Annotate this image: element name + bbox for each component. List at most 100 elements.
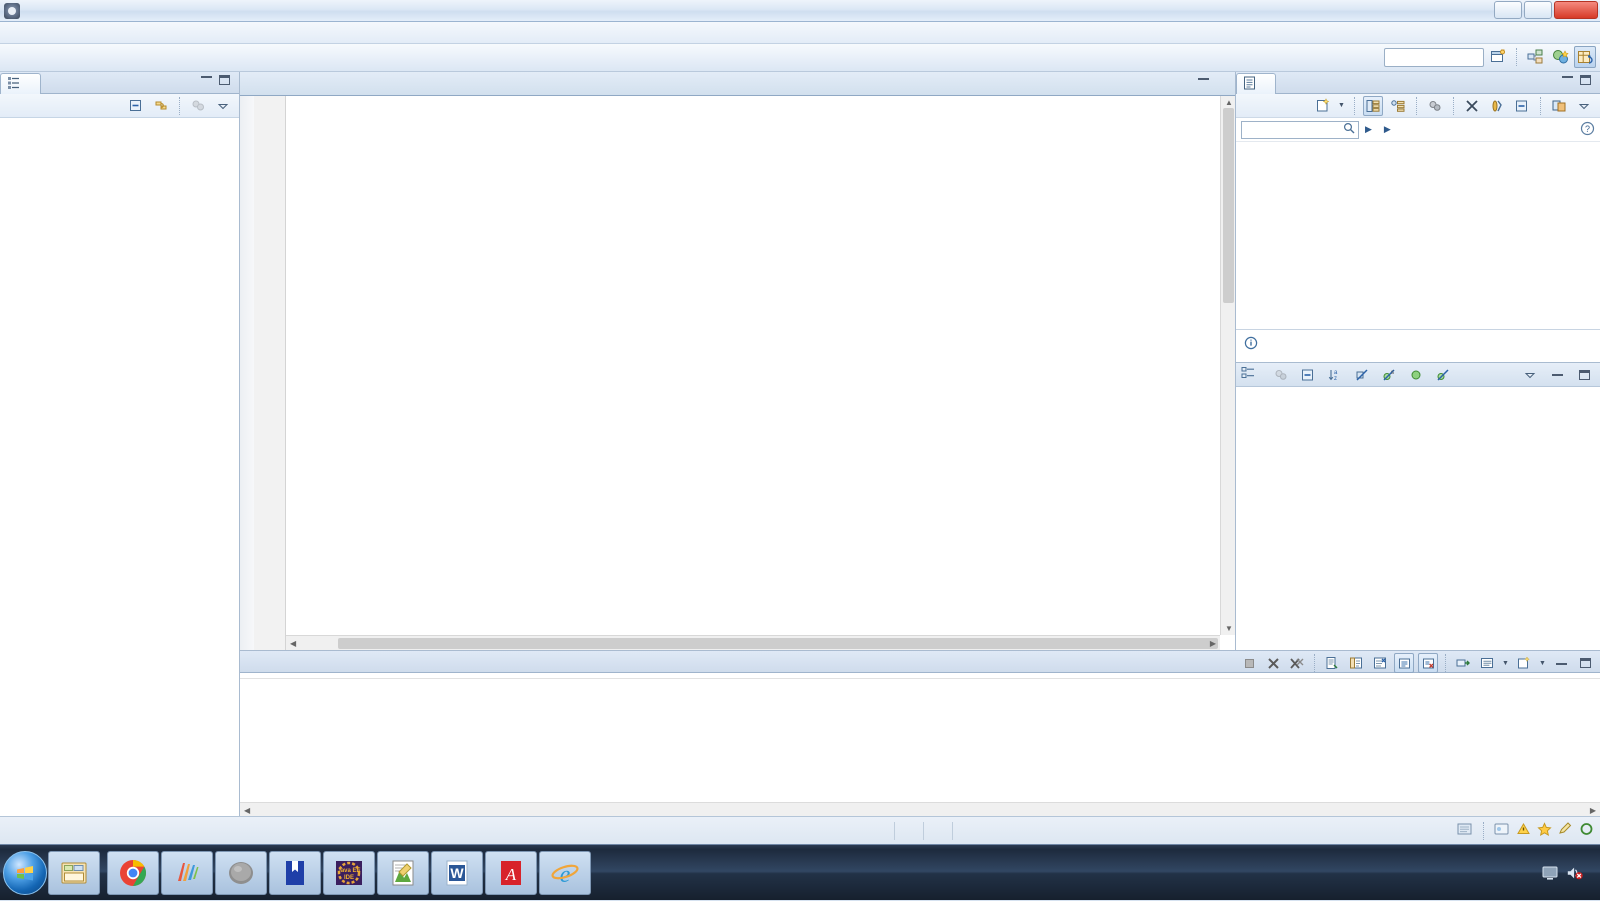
show-desktop-icon[interactable] (1542, 864, 1560, 882)
maximize-icon[interactable] (1580, 75, 1594, 89)
adobe-reader-icon[interactable]: A (485, 850, 537, 895)
maximize-icon[interactable] (1574, 365, 1594, 385)
maximize-icon[interactable] (1575, 653, 1595, 673)
volume-muted-icon[interactable] (1566, 864, 1584, 882)
svg-text:W: W (450, 865, 464, 881)
link-with-editor-icon[interactable] (151, 96, 171, 116)
chevron-right-icon[interactable]: ▶ (1384, 124, 1391, 135)
maximize-button[interactable] (1524, 1, 1552, 19)
clear-console-icon[interactable] (1418, 653, 1438, 673)
hide-non-public-icon[interactable] (1406, 365, 1426, 385)
minimize-button[interactable] (1494, 1, 1522, 19)
maximize-icon[interactable] (219, 75, 233, 89)
source-code[interactable] (286, 96, 1235, 650)
scroll-up-icon[interactable]: ▲ (1225, 98, 1233, 107)
scrollbar-thumb[interactable] (338, 638, 1218, 649)
colorful-app-icon[interactable] (161, 850, 213, 895)
chevron-right-icon[interactable]: ▶ (1365, 124, 1372, 135)
display-selected-console-icon[interactable] (1453, 653, 1473, 673)
focus-on-active-task-icon[interactable] (188, 96, 208, 116)
java-ee-perspective-icon[interactable] (1524, 46, 1546, 68)
link-with-editor-icon[interactable] (1487, 96, 1507, 116)
scroll-left-icon[interactable]: ◀ (244, 806, 250, 815)
eclipse-window: ▲ ▼ ◀ ▶ ▼ ▶ ▶ ? a z s ▼ ▼ ◀ ▶ Java EE ID… (0, 0, 1600, 900)
search-icon[interactable] (1343, 122, 1355, 137)
notepad-editor-icon[interactable] (377, 850, 429, 895)
hide-static-icon[interactable]: s (1379, 365, 1399, 385)
open-console-menu-icon[interactable] (1477, 653, 1497, 673)
java-perspective-icon[interactable] (1574, 46, 1596, 68)
word-wrap-icon[interactable] (1346, 653, 1366, 673)
editor-horizontal-scrollbar[interactable]: ◀ ▶ (286, 635, 1220, 650)
minimize-icon[interactable] (1198, 77, 1209, 80)
remove-launch-icon[interactable] (1263, 653, 1283, 673)
categorized-presentation-icon[interactable] (1363, 95, 1383, 116)
eclipse-javaee-ide-icon[interactable]: Java EE IDE (323, 850, 375, 895)
dropdown-icon[interactable]: ▼ (1500, 653, 1511, 673)
hide-local-types-icon[interactable] (1433, 365, 1453, 385)
collapse-all-icon[interactable] (126, 96, 146, 116)
remove-all-terminated-icon[interactable] (1287, 653, 1307, 673)
console-horizontal-scrollbar[interactable]: ◀ ▶ (240, 802, 1600, 816)
outline-view: az s (1235, 362, 1600, 650)
collapse-all-icon[interactable] (1512, 96, 1532, 116)
delete-icon[interactable] (1462, 96, 1482, 116)
open-perspective-icon[interactable] (1487, 46, 1509, 68)
view-menu-icon[interactable] (1520, 365, 1540, 385)
toolbar-separator (1354, 96, 1355, 115)
internet-explorer-icon[interactable]: e (539, 850, 591, 895)
task-list-body[interactable] (1236, 142, 1600, 329)
pin-console-icon[interactable] (1394, 653, 1414, 673)
bookmark-app-icon[interactable] (269, 850, 321, 895)
google-chrome-icon[interactable] (107, 850, 159, 895)
scroll-right-icon[interactable]: ▶ (1590, 806, 1596, 815)
view-menu-icon[interactable] (1574, 96, 1594, 116)
right-panel: ▼ ▶ ▶ ? a z s (1235, 72, 1600, 650)
start-button[interactable] (3, 850, 47, 895)
hide-fields-icon[interactable] (1352, 365, 1372, 385)
dropdown-icon[interactable]: ▼ (1336, 96, 1347, 116)
terminate-icon[interactable] (1239, 653, 1259, 673)
console-tabstrip: ▼ ▼ (240, 650, 1600, 673)
minimize-icon[interactable] (1551, 653, 1571, 673)
svg-text:A: A (505, 865, 517, 884)
dropdown-icon[interactable]: ▼ (1537, 653, 1548, 673)
editor-vertical-scrollbar[interactable]: ▲ ▼ (1220, 96, 1235, 635)
new-console-view-icon[interactable] (1514, 653, 1534, 673)
find-input[interactable] (1241, 120, 1359, 139)
outline-tree[interactable] (1236, 387, 1600, 650)
task-list-tab[interactable] (1236, 73, 1276, 94)
java-browsing-perspective-icon[interactable] (1549, 46, 1571, 68)
toolbar-separator (1314, 654, 1315, 672)
scroll-right-icon[interactable]: ▶ (1210, 639, 1216, 648)
minimize-icon[interactable] (201, 75, 215, 89)
open-console-icon[interactable] (1322, 653, 1342, 673)
windows-taskbar: Java EE IDE W A e (0, 844, 1600, 900)
collapse-all-icon[interactable] (1298, 365, 1318, 385)
package-explorer-tab[interactable] (0, 73, 41, 94)
console-output[interactable] (240, 679, 1600, 802)
synchronize-icon[interactable] (1549, 96, 1569, 116)
microsoft-word-icon[interactable]: W (431, 850, 483, 895)
minimize-icon[interactable] (1547, 365, 1567, 385)
scrollbar-thumb[interactable] (1223, 108, 1234, 303)
windows-explorer-icon[interactable] (48, 850, 100, 895)
code-editor[interactable]: ▲ ▼ ◀ ▶ (240, 96, 1235, 650)
minimize-icon[interactable] (1562, 75, 1576, 89)
toolbar-separator (1540, 96, 1541, 115)
quick-access-input[interactable] (1384, 48, 1484, 67)
grey-sphere-app-icon[interactable] (215, 850, 267, 895)
task-list-filter-row: ▶ ▶ ? (1236, 118, 1600, 142)
new-task-icon[interactable] (1312, 96, 1332, 116)
scroll-down-icon[interactable]: ▼ (1225, 624, 1233, 633)
package-explorer-tree[interactable] (0, 118, 239, 816)
help-icon[interactable]: ? (1580, 121, 1595, 139)
scroll-left-icon[interactable]: ◀ (290, 639, 296, 648)
focus-on-workweek-icon[interactable] (1425, 96, 1445, 116)
focus-on-active-task-icon[interactable] (1271, 365, 1291, 385)
view-menu-icon[interactable] (213, 96, 233, 116)
scheduled-presentation-icon[interactable] (1388, 96, 1408, 116)
scroll-lock-icon[interactable] (1370, 653, 1390, 673)
sort-icon[interactable]: az (1325, 365, 1345, 385)
close-button[interactable] (1554, 1, 1598, 19)
